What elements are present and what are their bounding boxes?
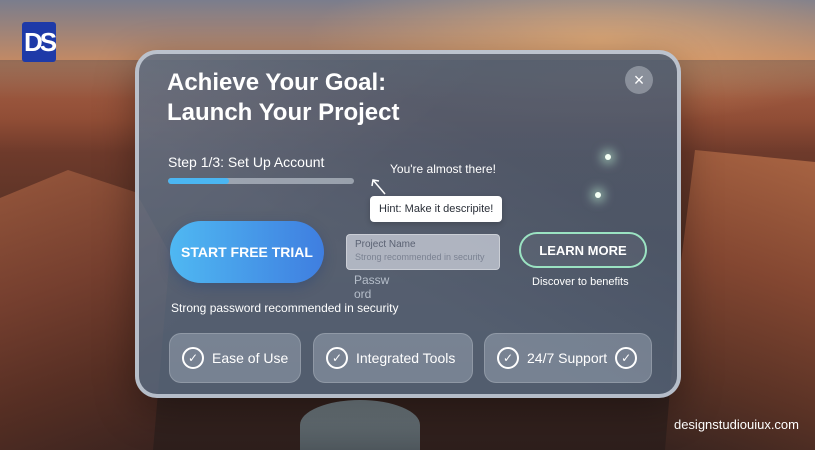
close-icon[interactable]: × bbox=[625, 66, 653, 94]
arrow-icon bbox=[371, 179, 386, 195]
feature-label: Integrated Tools bbox=[356, 350, 456, 366]
check-circle-icon: ✓ bbox=[326, 347, 348, 369]
check-circle-icon: ✓ bbox=[497, 347, 519, 369]
onboarding-modal: Achieve Your Goal: Launch Your Project ×… bbox=[135, 50, 681, 398]
title-line-1: Achieve Your Goal: bbox=[167, 69, 387, 96]
start-free-trial-button[interactable]: START FREE TRIAL bbox=[170, 221, 324, 283]
password-message: Strong password recommended in security bbox=[171, 301, 399, 315]
progress-bar bbox=[168, 178, 354, 184]
brand-logo: DS bbox=[22, 22, 57, 62]
canyon-river bbox=[300, 400, 420, 450]
feature-support[interactable]: ✓ 24/7 Support ✓ bbox=[484, 333, 652, 383]
encouragement-text: You're almost there! bbox=[390, 162, 496, 176]
feature-ease-of-use[interactable]: ✓ Ease of Use bbox=[169, 333, 301, 383]
check-circle-icon: ✓ bbox=[615, 347, 638, 369]
password-label: Passw ord bbox=[354, 273, 390, 301]
check-circle-icon: ✓ bbox=[182, 347, 204, 369]
sparkle-decoration bbox=[605, 154, 611, 160]
modal-title: Achieve Your Goal: Launch Your Project bbox=[167, 68, 467, 128]
project-name-field[interactable]: Project Name bbox=[346, 234, 500, 270]
feature-label: 24/7 Support bbox=[527, 350, 608, 366]
discover-text: Discover to benefits bbox=[532, 276, 629, 288]
watermark: designstudiouiux.com bbox=[673, 417, 799, 432]
sparkle-decoration bbox=[595, 192, 601, 198]
step-label: Step 1/3: Set Up Account bbox=[168, 154, 325, 170]
title-line-2: Launch Your Project bbox=[167, 99, 400, 126]
feature-label: Ease of Use bbox=[212, 350, 289, 366]
hint-tooltip: Hint: Make it descripite! bbox=[370, 196, 503, 222]
project-name-input[interactable] bbox=[355, 251, 491, 263]
learn-more-button[interactable]: LEARN MORE bbox=[519, 232, 647, 268]
progress-fill bbox=[168, 178, 230, 184]
canyon-rock-right bbox=[665, 150, 815, 450]
feature-integrated-tools[interactable]: ✓ Integrated Tools bbox=[313, 333, 473, 383]
project-name-label: Project Name bbox=[355, 239, 416, 250]
